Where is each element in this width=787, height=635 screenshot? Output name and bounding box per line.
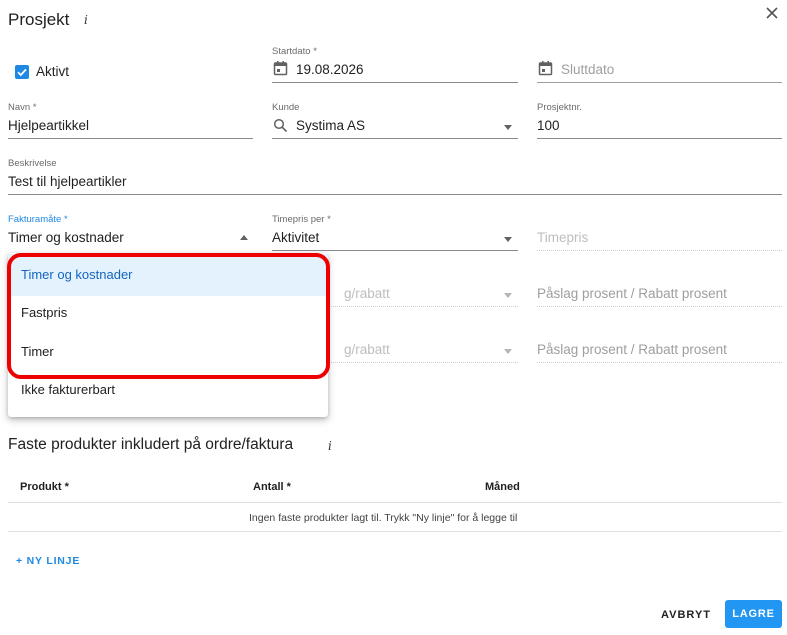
- billing-method-label: Fakturamåte *: [8, 214, 68, 225]
- chevron-down-icon: [504, 349, 512, 354]
- description-label: Beskrivelse: [8, 158, 57, 169]
- markup-percent-underline: [537, 306, 782, 307]
- hourly-rate-per-select[interactable]: Aktivitet: [272, 230, 319, 245]
- hourly-rate-input[interactable]: Timepris: [537, 230, 588, 245]
- project-no-input[interactable]: 100: [537, 118, 560, 133]
- markup-percent-underline: [537, 362, 782, 363]
- name-underline: [8, 138, 253, 139]
- hourly-rate-per-underline: [272, 250, 518, 251]
- column-header-quantity: Antall *: [253, 481, 291, 493]
- products-section-title: Faste produkter inkludert på ordre/faktu…: [8, 436, 294, 453]
- column-header-product: Produkt *: [20, 481, 69, 493]
- info-icon[interactable]: i: [84, 13, 88, 27]
- calendar-icon[interactable]: [538, 60, 553, 81]
- project-no-underline: [537, 138, 782, 139]
- info-icon[interactable]: i: [328, 439, 332, 453]
- empty-table-message: Ingen faste produkter lagt til. Trykk "N…: [249, 512, 518, 524]
- close-icon[interactable]: [763, 4, 781, 22]
- name-input[interactable]: Hjelpeartikkel: [8, 118, 89, 133]
- customer-select[interactable]: Systima AS: [296, 118, 365, 133]
- start-date-input[interactable]: 19.08.2026: [296, 62, 364, 77]
- search-icon: [273, 118, 288, 138]
- calendar-icon[interactable]: [273, 60, 288, 81]
- end-date-underline: [537, 82, 782, 83]
- billing-method-select[interactable]: Timer og kostnader: [8, 230, 124, 245]
- markup-percent-input: Påslag prosent / Rabatt prosent: [537, 342, 727, 357]
- hourly-rate-per-label: Timepris per *: [272, 214, 331, 225]
- start-date-underline: [272, 82, 518, 83]
- markup-percent-input: Påslag prosent / Rabatt prosent: [537, 286, 727, 301]
- table-header-divider: [8, 502, 782, 503]
- chevron-up-icon[interactable]: [240, 235, 248, 240]
- cancel-button[interactable]: AVBRYT: [661, 609, 711, 621]
- markup-select: g/rabatt: [344, 342, 390, 357]
- markup-underline: [328, 362, 518, 363]
- chevron-down-icon: [504, 293, 512, 298]
- markup-select: g/rabatt: [344, 286, 390, 301]
- dialog-title: Prosjekt: [8, 10, 70, 29]
- active-label: Aktivt: [36, 64, 70, 79]
- customer-underline: [272, 138, 518, 139]
- name-label: Navn *: [8, 102, 37, 113]
- active-checkbox[interactable]: [15, 65, 29, 79]
- table-bottom-divider: [8, 531, 782, 532]
- end-date-input[interactable]: Sluttdato: [561, 62, 614, 77]
- save-button[interactable]: LAGRE: [725, 600, 782, 628]
- highlight-outline: [7, 253, 330, 379]
- chevron-down-icon[interactable]: [504, 237, 512, 242]
- description-input[interactable]: Test til hjelpeartikler: [8, 174, 127, 189]
- customer-label: Kunde: [272, 102, 300, 113]
- add-line-button[interactable]: + NY LINJE: [16, 555, 80, 567]
- start-date-label: Startdato *: [272, 46, 317, 57]
- project-no-label: Prosjektnr.: [537, 102, 582, 113]
- description-underline: [8, 194, 782, 195]
- hourly-rate-underline: [537, 250, 782, 251]
- column-header-month: Måned: [485, 481, 520, 493]
- chevron-down-icon[interactable]: [504, 125, 512, 130]
- markup-underline: [328, 306, 518, 307]
